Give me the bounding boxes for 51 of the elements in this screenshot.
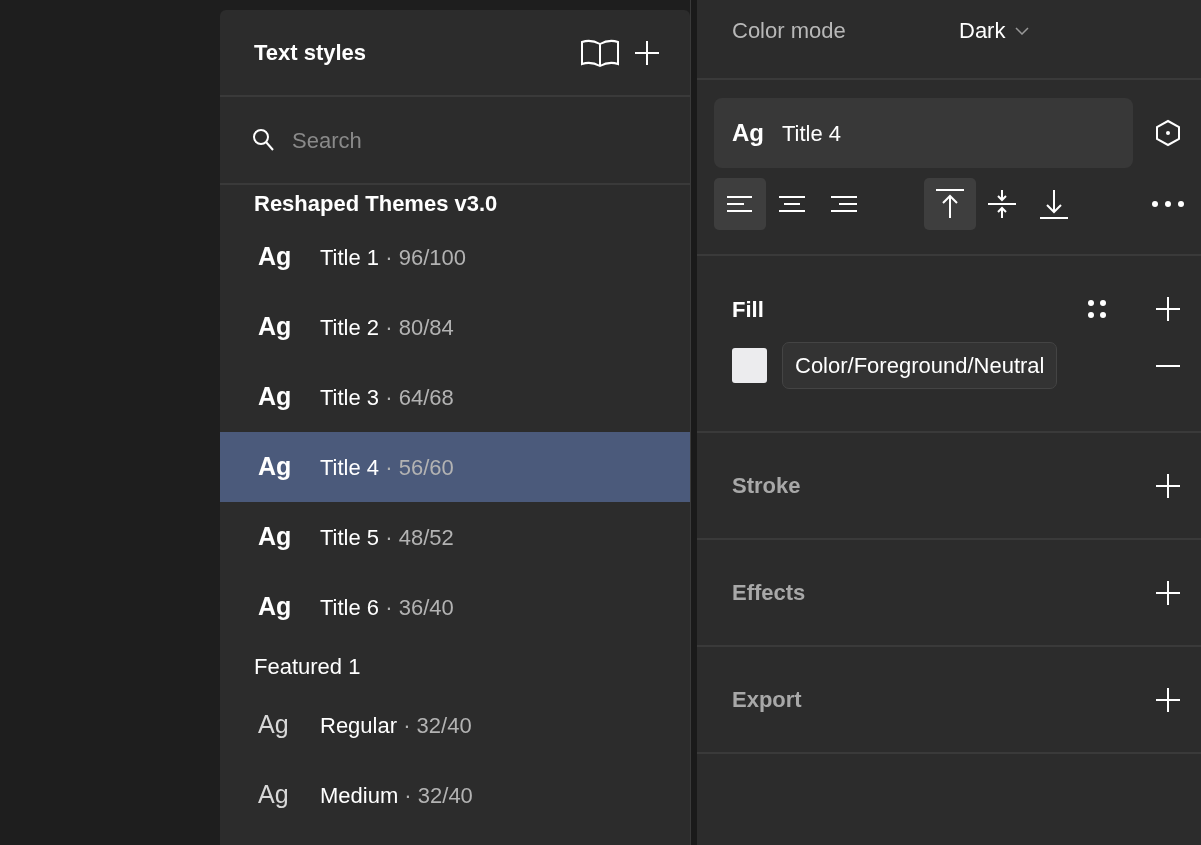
style-sample: Ag <box>258 709 290 741</box>
plus-icon[interactable] <box>1155 579 1181 606</box>
color-mode-dropdown[interactable]: Dark <box>959 14 1030 47</box>
search-field[interactable]: Search <box>292 123 592 157</box>
popup-title: Text styles <box>254 39 368 67</box>
text-style-item[interactable]: Ag Title 3 · 64/68 <box>220 362 690 432</box>
section-title: Fill <box>732 295 765 324</box>
styles-grid-icon[interactable] <box>1086 298 1108 320</box>
plus-icon[interactable] <box>634 39 660 66</box>
book-icon[interactable] <box>580 37 620 68</box>
section-title: Stroke <box>732 472 802 500</box>
style-sample: Ag <box>258 451 293 483</box>
section-title: Export <box>732 686 803 714</box>
group-heading: Featured 1 <box>253 652 362 681</box>
style-name: Title 3 · 64/68 <box>320 383 454 412</box>
style-name: Title 1 · 96/100 <box>320 243 466 272</box>
text-style-item[interactable]: Ag Regular · 32/40 <box>220 690 690 760</box>
style-name: Title 6 · 36/40 <box>320 593 454 622</box>
minus-icon[interactable] <box>1155 363 1181 368</box>
style-sample: Ag <box>258 521 293 553</box>
style-sample: Ag <box>258 241 293 273</box>
section-title: Effects <box>732 579 807 607</box>
text-style-item[interactable]: Ag Medium · 32/40 <box>220 760 690 830</box>
style-name: Title 4 · 56/60 <box>320 453 454 482</box>
more-icon[interactable] <box>1151 200 1185 208</box>
plus-icon[interactable] <box>1155 686 1181 713</box>
hexagon-icon[interactable] <box>1155 119 1181 147</box>
align-top-button[interactable] <box>924 178 976 230</box>
style-name: Medium · 32/40 <box>320 781 473 810</box>
style-name: Title 2 · 80/84 <box>320 313 454 342</box>
text-style-item[interactable]: Ag Title 4 · 56/60 <box>220 432 690 502</box>
text-style-item[interactable]: Ag Title 2 · 80/84 <box>220 292 690 362</box>
style-sample: Ag <box>258 381 293 413</box>
chevron-down-icon <box>1015 26 1030 35</box>
style-sample: Ag <box>258 311 293 343</box>
align-left-button[interactable] <box>714 178 766 230</box>
style-sample: Ag <box>258 779 290 811</box>
color-mode-label: Color mode <box>732 17 847 45</box>
style-name: Regular · 32/40 <box>320 711 472 740</box>
text-style-field[interactable]: Ag Title 4 <box>714 98 1133 168</box>
group-heading: Reshaped Themes v3.0 <box>253 190 499 218</box>
text-style-item[interactable]: Ag Title 1 · 96/100 <box>220 222 690 292</box>
plus-icon[interactable] <box>1155 472 1181 499</box>
color-swatch[interactable] <box>732 348 767 383</box>
style-sample: Ag <box>258 591 293 623</box>
style-name: Title 5 · 48/52 <box>320 523 454 552</box>
text-style-item[interactable]: Ag Title 6 · 36/40 <box>220 572 690 642</box>
fill-style-name[interactable]: Color/Foreground/Neutral <box>782 342 1058 389</box>
search-icon <box>252 128 274 152</box>
plus-icon[interactable] <box>1155 296 1181 322</box>
text-style-item[interactable]: Ag Title 5 · 48/52 <box>220 502 690 572</box>
